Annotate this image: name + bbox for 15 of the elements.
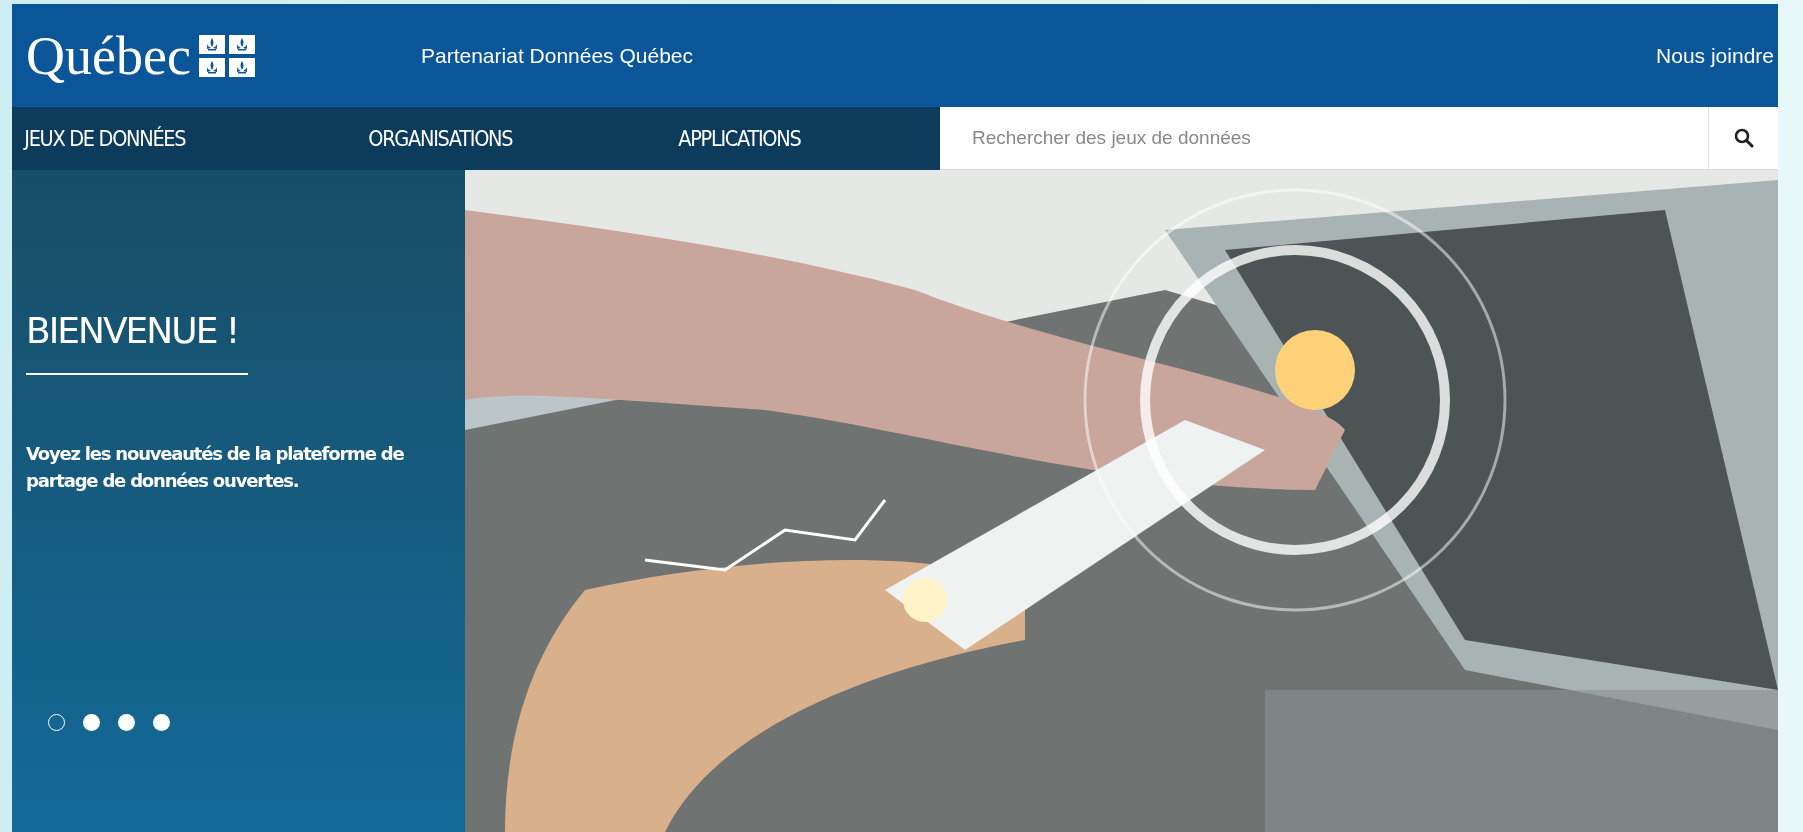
nav-link[interactable]: ORGANISATIONS [356,107,629,170]
flag-icon [198,34,255,77]
search-icon [1733,128,1754,148]
contact-link[interactable]: Nous joindre [1656,43,1778,68]
logo-text[interactable]: Québec [26,28,191,83]
search-field[interactable]: Rechercher des jeux de données [940,107,1708,170]
carousel-dot[interactable] [153,714,170,731]
carousel-dot[interactable] [83,714,100,731]
carousel-dot[interactable] [118,714,135,731]
search-button[interactable] [1708,107,1778,170]
hero-title: BIENVENUE ! [26,310,239,351]
site-name[interactable]: Partenariat Données Québec [421,43,693,68]
nav-link[interactable]: APPLICATIONS [666,107,908,170]
hero-text: Voyez les nouveautés de la plateforme de partage de données ouvertes. [26,442,405,493]
nav-link[interactable]: JEUX DE DONNÉES [12,107,315,170]
